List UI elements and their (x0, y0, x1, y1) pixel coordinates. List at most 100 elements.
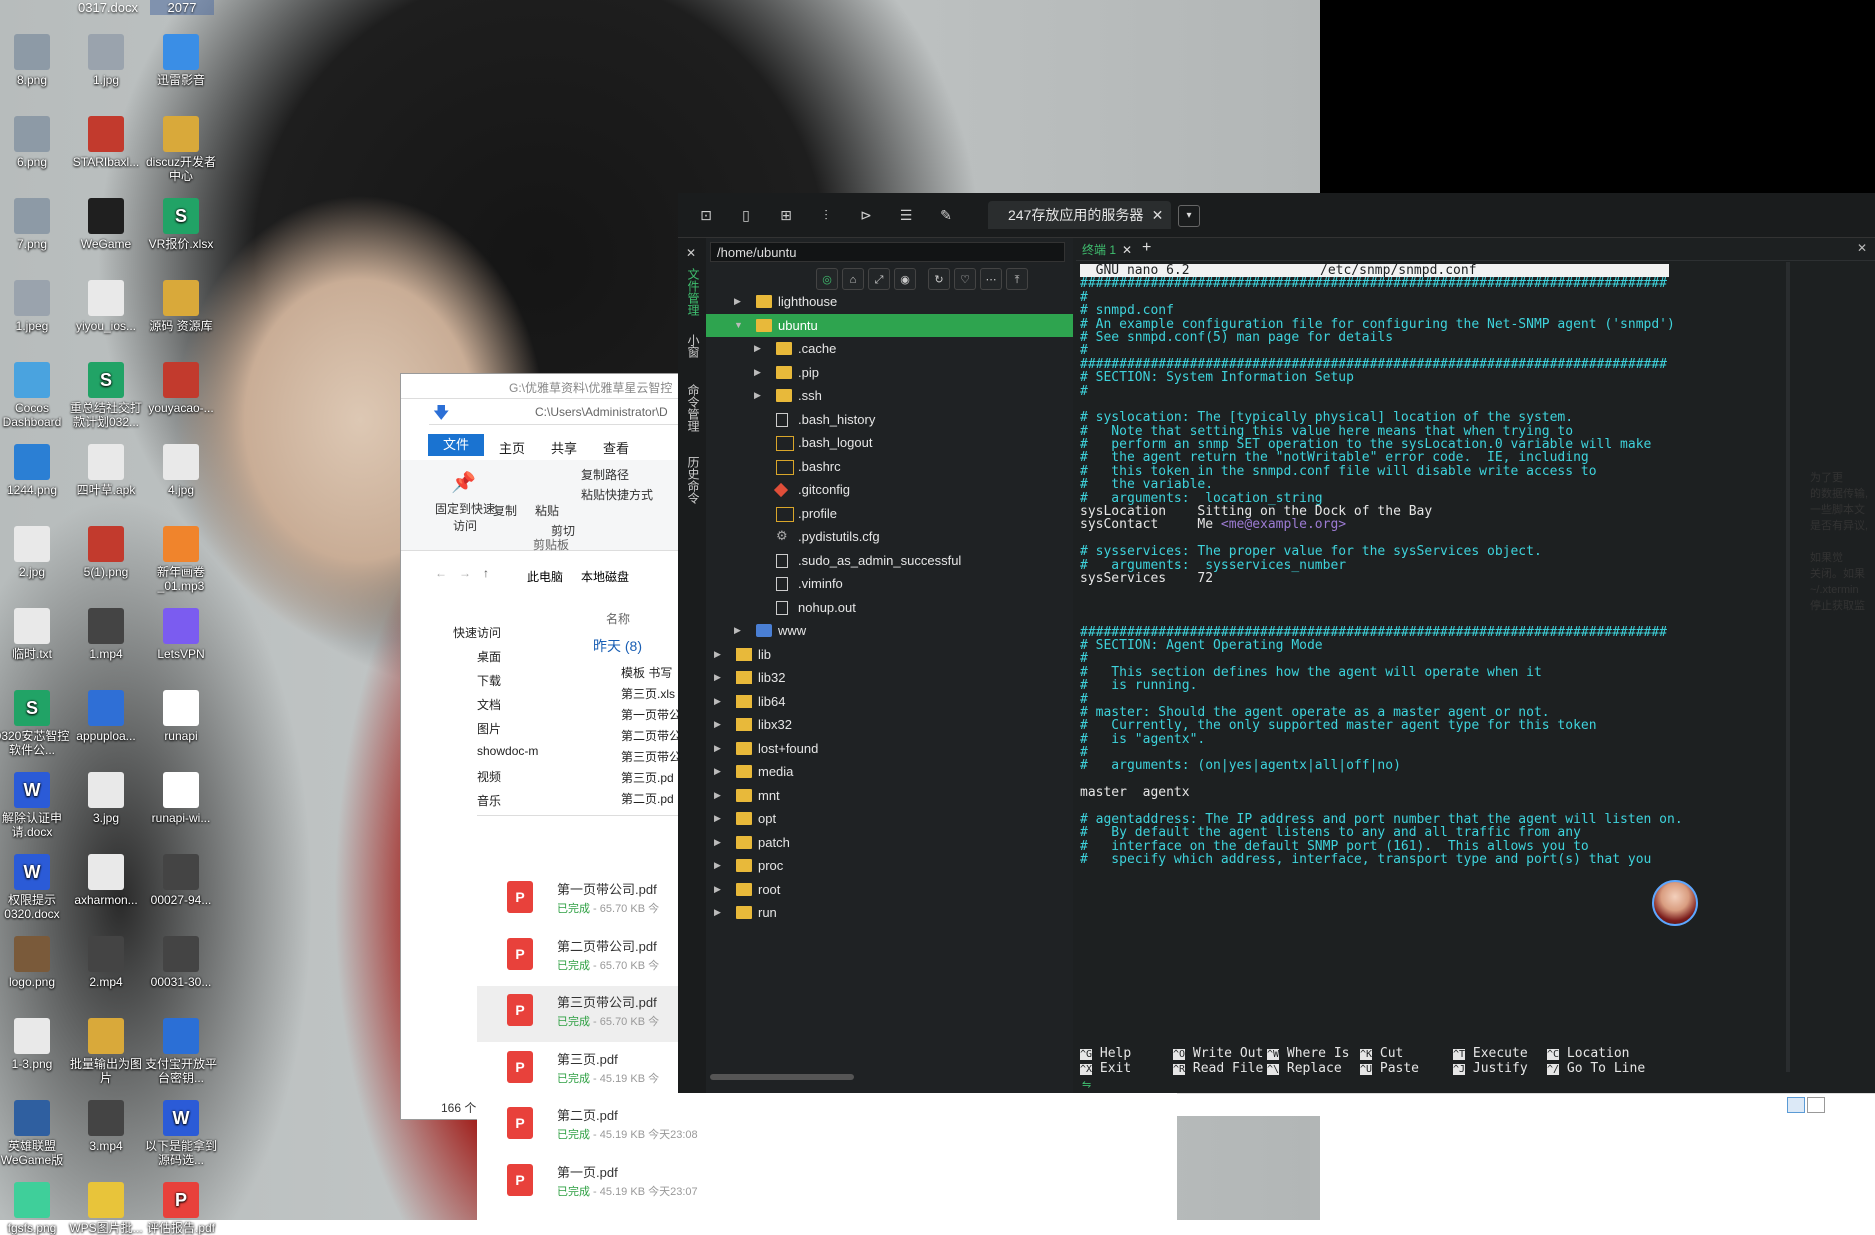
desktop-icon[interactable]: 1.mp4 (68, 608, 144, 661)
tree-node-bashrc[interactable]: .bashrc (706, 455, 1073, 478)
tree-node-lib[interactable]: ▶ lib (706, 643, 1073, 666)
desktop-icon[interactable]: W 以下是能拿到源码选... (143, 1100, 219, 1167)
desktop-icon[interactable]: 3.jpg (68, 772, 144, 825)
chevron-right-icon[interactable]: ▶ (714, 784, 724, 807)
shortcut-go-to-line[interactable]: ^/ Go To Line (1547, 1061, 1645, 1077)
file-row[interactable]: 第三页.xls (621, 685, 675, 702)
file-row[interactable]: 第三页.pd (621, 769, 674, 786)
wrench-icon[interactable]: ✎ (938, 207, 954, 223)
tab-home[interactable]: 主页 (499, 438, 525, 457)
back-icon[interactable]: ← (435, 566, 447, 580)
side-tab-command-manager[interactable]: 命令管理 (684, 384, 700, 432)
chevron-right-icon[interactable]: ▶ (714, 643, 724, 666)
desktop-icon[interactable]: 4.jpg (143, 444, 219, 497)
tree-node-lighthouse[interactable]: ▶ lighthouse (706, 290, 1073, 313)
file-icon[interactable]: ▯ (738, 207, 754, 223)
shortcut-location[interactable]: ^C Location (1547, 1046, 1630, 1062)
desktop-icon[interactable]: P 评估报告.pdf (143, 1182, 219, 1235)
file-row[interactable]: 第二页.pd (621, 790, 674, 807)
tree-node-lib64[interactable]: ▶ lib64 (706, 690, 1073, 713)
shortcut-write-out[interactable]: ^O Write Out (1173, 1046, 1263, 1062)
close-icon[interactable]: ✕ (1152, 201, 1164, 229)
upload-icon[interactable]: ⤒ (1006, 268, 1028, 290)
desktop-icon[interactable]: S VR报价.xlsx (143, 198, 219, 251)
desktop-icon[interactable]: S 重总结社交打款计划032... (68, 362, 144, 429)
desktop-icon[interactable]: 3.mp4 (68, 1100, 144, 1153)
copy-path-button[interactable]: 复制路径 (581, 466, 629, 483)
chevron-right-icon[interactable]: ▶ (754, 361, 764, 384)
desktop-icon[interactable]: logo.png (0, 936, 70, 989)
pin-quick-access-button[interactable]: 固定到快速访问 (435, 500, 495, 534)
tree-node-ubuntu[interactable]: ▼ ubuntu (706, 313, 1073, 337)
side-tab-small-window[interactable]: 小窗 (684, 334, 700, 358)
chevron-right-icon[interactable]: ▶ (734, 290, 744, 313)
tree-node-www[interactable]: ▶ www (706, 619, 1073, 642)
shortcut-help[interactable]: ^G Help (1080, 1046, 1131, 1062)
vertical-scrollbar[interactable] (1786, 262, 1790, 1072)
tree-node-run[interactable]: ▶ run (706, 901, 1073, 924)
desktop-icon[interactable]: 批量输出为图片 (68, 1018, 144, 1085)
desktop-top-file[interactable]: 0317.docx (78, 0, 138, 15)
chevron-right-icon[interactable]: ▶ (714, 666, 724, 689)
tree-node-libx32[interactable]: ▶ libx32 (706, 713, 1073, 736)
path-input[interactable]: /home/ubuntu (710, 242, 1065, 262)
tree-node-gitconfig[interactable]: .gitconfig (706, 478, 1073, 501)
tree-node-proc[interactable]: ▶ proc (706, 854, 1073, 877)
terminal-icon[interactable]: ⊡ (698, 207, 714, 223)
desktop-icon[interactable]: discuz开发者中心 (143, 116, 219, 183)
chevron-down-icon[interactable]: ▾ (1178, 205, 1200, 227)
nav-item[interactable]: 下载 (477, 672, 501, 689)
chevron-down-icon[interactable]: ▼ (734, 314, 744, 337)
file-row[interactable]: 模板 书写 (621, 664, 672, 681)
desktop-icon[interactable]: 迅雷影音 (143, 34, 219, 87)
nav-item[interactable]: 音乐 (477, 792, 501, 809)
desktop-icon[interactable]: WPS图片批... (68, 1182, 144, 1235)
tree-node-profile[interactable]: .profile (706, 502, 1073, 525)
tree-node-nohup-out[interactable]: nohup.out (706, 596, 1073, 619)
side-tab-history[interactable]: 历史命令 (684, 456, 700, 504)
close-icon[interactable]: ✕ (1857, 241, 1867, 255)
shortcut-paste[interactable]: ^U Paste (1360, 1061, 1419, 1077)
desktop-icon[interactable]: 1244.png (0, 444, 70, 497)
shortcut-where-is[interactable]: ^W Where Is (1267, 1046, 1350, 1062)
desktop-icon[interactable]: runapi (143, 690, 219, 743)
tab-view[interactable]: 查看 (603, 438, 629, 457)
forward-icon[interactable]: → (459, 566, 471, 580)
desktop-icon[interactable]: Cocos Dashboard (0, 362, 70, 429)
tree-node-bash-logout[interactable]: .bash_logout (706, 431, 1073, 454)
download-item[interactable]: P 第二页.pdf 已完成 - 45.19 KB 今天23:08 (477, 1099, 1177, 1155)
desktop-icon[interactable]: 英雄联盟WeGame版 (0, 1100, 70, 1167)
desktop-icon[interactable]: appuploa... (68, 690, 144, 743)
desktop-icon[interactable]: 5(1).png (68, 526, 144, 579)
chevron-right-icon[interactable]: ▶ (714, 807, 724, 830)
tree-node-root[interactable]: ▶ root (706, 878, 1073, 901)
desktop-icon[interactable]: 00027-94... (143, 854, 219, 907)
paste-shortcut-button[interactable]: 粘贴快捷方式 (581, 486, 653, 503)
desktop-icon[interactable]: yiyou_ios... (68, 280, 144, 333)
shortcut-justify[interactable]: ^J Justify (1453, 1061, 1528, 1077)
tree-node-mnt[interactable]: ▶ mnt (706, 784, 1073, 807)
tree-node-pydistutils-cfg[interactable]: ⚙ .pydistutils.cfg (706, 525, 1073, 548)
desktop-icon[interactable]: 四叶草.apk (68, 444, 144, 497)
group-header[interactable]: 昨天 (8) (593, 636, 642, 656)
horizontal-scrollbar[interactable] (706, 1073, 1066, 1081)
shortcut-replace[interactable]: ^\ Replace (1267, 1061, 1342, 1077)
file-row[interactable]: 第三页带公 (621, 748, 681, 765)
download-item[interactable]: P 第一页.pdf 已完成 - 45.19 KB 今天23:07 (477, 1156, 1177, 1212)
desktop-icon[interactable]: W 权限提示0320.docx (0, 854, 70, 921)
console-icon[interactable]: ⊳ (858, 207, 874, 223)
chevron-right-icon[interactable]: ▶ (714, 854, 724, 877)
tree-node-lost-found[interactable]: ▶ lost+found (706, 737, 1073, 760)
add-tab-icon[interactable]: + (1142, 239, 1151, 257)
chevron-right-icon[interactable]: ▶ (714, 901, 724, 924)
file-row[interactable]: 第二页带公 (621, 727, 681, 744)
desktop-icon[interactable]: 1-3.png (0, 1018, 70, 1071)
desktop-icon[interactable]: 源码 资源库 (143, 280, 219, 333)
nav-item[interactable]: 桌面 (477, 648, 501, 665)
desktop-icon[interactable]: 1.jpeg (0, 280, 70, 333)
tree-node-pip[interactable]: ▶ .pip (706, 361, 1073, 384)
shortcut-execute[interactable]: ^T Execute (1453, 1046, 1528, 1062)
terminal-tab[interactable]: 终端 1 ✕ (1082, 241, 1132, 258)
shortcut-cut[interactable]: ^K Cut (1360, 1046, 1403, 1062)
arrow-down-icon[interactable]: 🡇 (433, 402, 449, 429)
